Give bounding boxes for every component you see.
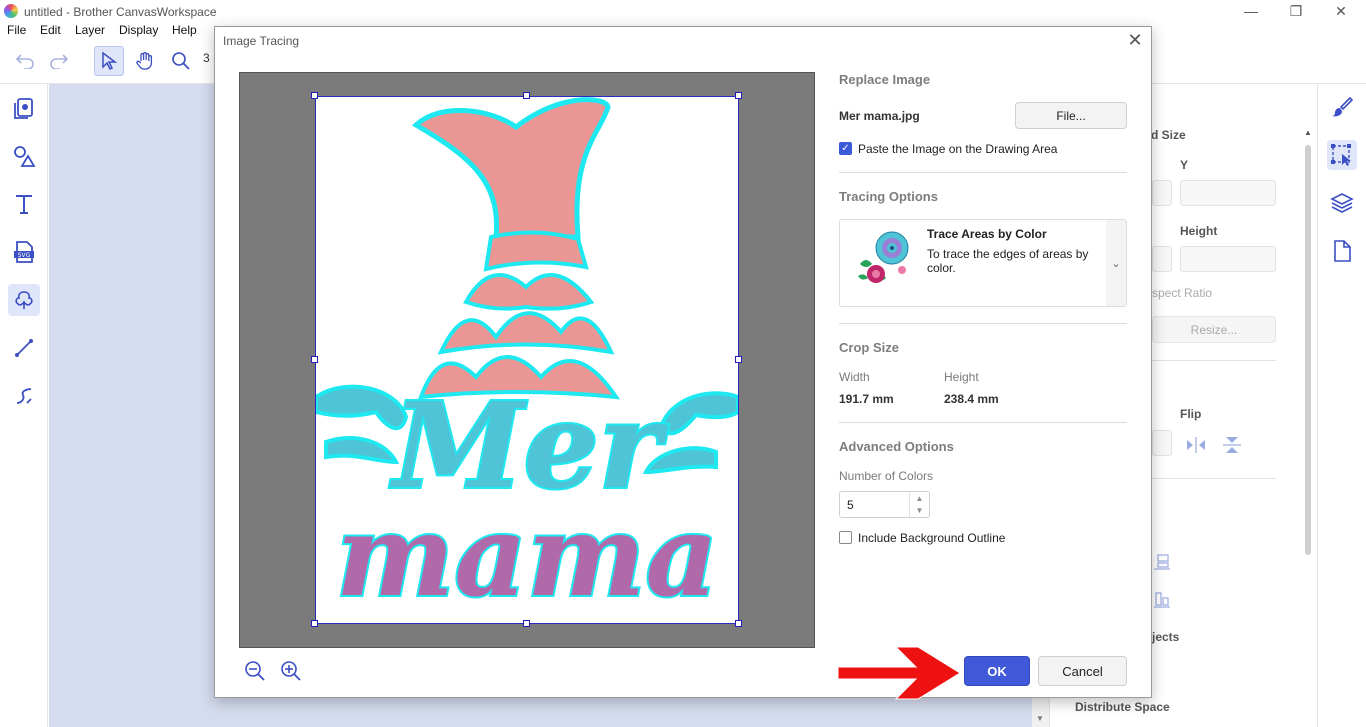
replace-image-heading: Replace Image bbox=[839, 72, 931, 87]
zoom-icon[interactable] bbox=[166, 46, 196, 76]
bg-outline-label: Include Background Outline bbox=[858, 531, 1006, 545]
objects-label: jects bbox=[1152, 630, 1180, 644]
layers-icon[interactable] bbox=[1327, 188, 1357, 218]
select-tool-icon[interactable] bbox=[94, 46, 124, 76]
advanced-options-heading: Advanced Options bbox=[839, 439, 954, 454]
crop-handle[interactable] bbox=[311, 356, 318, 363]
flip-label: Flip bbox=[1180, 407, 1202, 421]
zoom-value[interactable]: 3 bbox=[203, 51, 210, 65]
rotate-field-spin[interactable] bbox=[1152, 430, 1172, 456]
section-divider bbox=[839, 172, 1127, 173]
preview-text-mama: mama bbox=[336, 491, 718, 622]
menu-file[interactable]: File bbox=[7, 23, 26, 37]
crop-handle[interactable] bbox=[735, 92, 742, 99]
width-field-spin[interactable] bbox=[1152, 246, 1172, 272]
number-of-colors-label: Number of Colors bbox=[839, 469, 934, 483]
menu-layer[interactable]: Layer bbox=[75, 23, 105, 37]
align-bottom-icon[interactable] bbox=[1152, 551, 1172, 571]
templates-icon[interactable] bbox=[8, 92, 40, 124]
file-button[interactable]: File... bbox=[1015, 102, 1127, 129]
redo-icon[interactable] bbox=[44, 46, 74, 76]
zoom-in-icon[interactable] bbox=[278, 658, 304, 684]
cancel-button[interactable]: Cancel bbox=[1038, 656, 1127, 686]
number-of-colors-stepper[interactable]: ▲ ▼ bbox=[909, 492, 929, 517]
paste-image-checkbox[interactable]: ✓ bbox=[839, 142, 852, 155]
paste-image-label: Paste the Image on the Drawing Area bbox=[858, 142, 1058, 156]
menu-display[interactable]: Display bbox=[119, 23, 158, 37]
line-tool-icon[interactable] bbox=[8, 332, 40, 364]
size-section-title: d Size bbox=[1151, 128, 1186, 142]
crop-handle[interactable] bbox=[523, 620, 530, 627]
number-of-colors-value: 5 bbox=[847, 498, 854, 512]
bg-outline-checkbox[interactable] bbox=[839, 531, 852, 544]
close-window-icon[interactable]: ✕ bbox=[1318, 0, 1364, 23]
height-label: Height bbox=[1180, 224, 1218, 238]
text-icon[interactable] bbox=[8, 188, 40, 220]
shapes-icon[interactable] bbox=[8, 140, 40, 172]
flip-vertical-icon[interactable] bbox=[1221, 435, 1243, 455]
minimize-icon[interactable]: — bbox=[1228, 0, 1274, 23]
ok-button[interactable]: OK bbox=[964, 656, 1030, 686]
y-label: Y bbox=[1180, 158, 1189, 172]
crop-width-value: 191.7 mm bbox=[839, 392, 894, 406]
panel-divider bbox=[1152, 478, 1276, 479]
panel-scrollbar-thumb[interactable] bbox=[1305, 145, 1311, 555]
resize-button[interactable]: Resize... bbox=[1152, 316, 1276, 343]
crop-handle[interactable] bbox=[311, 620, 318, 627]
app-logo-icon bbox=[4, 4, 18, 18]
section-divider bbox=[839, 422, 1127, 423]
flower-thumbnail-icon bbox=[852, 226, 916, 298]
mermaid-image: Mer mama bbox=[314, 97, 740, 624]
panel-divider bbox=[1152, 360, 1276, 361]
distribute-space-label: Distribute Space bbox=[1075, 700, 1170, 714]
chevron-down-icon[interactable]: ⌄ bbox=[1106, 220, 1126, 306]
menu-help[interactable]: Help bbox=[172, 23, 197, 37]
tracing-mode-description: To trace the edges of areas by color. bbox=[927, 247, 1089, 275]
height-field[interactable] bbox=[1180, 246, 1276, 272]
undo-icon[interactable] bbox=[10, 46, 40, 76]
pan-hand-icon[interactable] bbox=[130, 46, 160, 76]
right-rail bbox=[1317, 84, 1366, 727]
window-title: untitled - Brother CanvasWorkspace bbox=[24, 5, 217, 19]
crop-handle[interactable] bbox=[735, 620, 742, 627]
y-field[interactable] bbox=[1180, 180, 1276, 206]
crop-handle[interactable] bbox=[311, 92, 318, 99]
red-arrow-annotation bbox=[837, 645, 962, 701]
tracing-mode-title: Trace Areas by Color bbox=[927, 227, 1047, 241]
crop-handle[interactable] bbox=[523, 92, 530, 99]
crop-height-label: Height bbox=[944, 370, 979, 384]
menu-edit[interactable]: Edit bbox=[40, 23, 61, 37]
svg-text:SVG: SVG bbox=[18, 252, 31, 259]
align-baseline-icon[interactable] bbox=[1152, 589, 1172, 609]
page-icon[interactable] bbox=[1327, 236, 1357, 266]
section-divider bbox=[839, 323, 1127, 324]
transform-icon[interactable] bbox=[1327, 140, 1357, 170]
flip-horizontal-icon[interactable] bbox=[1185, 435, 1207, 455]
crop-handle[interactable] bbox=[735, 356, 742, 363]
crop-size-heading: Crop Size bbox=[839, 340, 899, 355]
freehand-icon[interactable] bbox=[8, 380, 40, 412]
x-field-spin[interactable] bbox=[1152, 180, 1172, 206]
dialog-title: Image Tracing bbox=[223, 34, 300, 48]
maximize-icon[interactable]: ❐ bbox=[1273, 0, 1319, 23]
tracing-options-heading: Tracing Options bbox=[839, 189, 938, 204]
zoom-out-icon[interactable] bbox=[242, 658, 268, 684]
image-trace-icon[interactable] bbox=[8, 284, 40, 316]
crop-width-label: Width bbox=[839, 370, 870, 384]
paint-brush-icon[interactable] bbox=[1327, 92, 1357, 122]
aspect-ratio-label: spect Ratio bbox=[1152, 286, 1213, 300]
crop-height-value: 238.4 mm bbox=[944, 392, 999, 406]
image-filename: Mer mama.jpg bbox=[839, 109, 920, 123]
dialog-close-icon[interactable]: ✕ bbox=[1125, 30, 1145, 50]
svg-import-icon[interactable]: SVG bbox=[8, 236, 40, 268]
crop-area[interactable]: Mer mama bbox=[314, 96, 740, 624]
